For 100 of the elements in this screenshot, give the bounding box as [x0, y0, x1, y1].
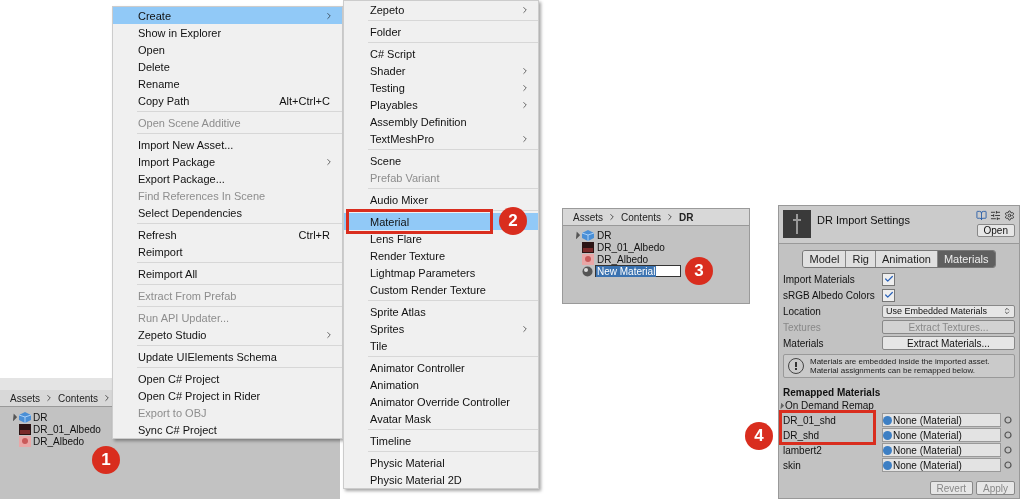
menu-item[interactable]: Sprite Atlas [344, 303, 538, 320]
field-label: Textures [783, 321, 822, 333]
menu-item[interactable]: Select Dependencies [113, 204, 342, 221]
menu-item[interactable]: Create [113, 7, 342, 24]
chevron-icon [520, 82, 530, 93]
step-badge: 2 [499, 207, 527, 235]
menu-item[interactable]: Import Package [113, 153, 342, 170]
breadcrumb-item[interactable]: Assets [573, 211, 603, 223]
menu-item[interactable]: Copy Path Alt+Ctrl+C [113, 92, 342, 109]
chevron-icon [520, 133, 530, 144]
menu-item[interactable]: Playables [344, 96, 538, 113]
texture-icon [582, 253, 594, 265]
menu-item[interactable]: Open C# Project [113, 370, 342, 387]
menu-item[interactable]: Folder [344, 23, 538, 40]
asset-name[interactable]: DR_01_Albedo [596, 241, 666, 253]
menu-item[interactable]: Reimport [113, 243, 342, 260]
help-icon[interactable] [976, 210, 987, 221]
menu-item[interactable]: Zepeto Studio [113, 326, 342, 343]
menu-item[interactable]: Open [113, 41, 342, 58]
menu-item[interactable]: Refresh Ctrl+R [113, 226, 342, 243]
menu-item[interactable]: Animation [344, 376, 538, 393]
menu-item[interactable]: Animator Override Controller [344, 393, 538, 410]
asset-name: New Material [596, 265, 657, 277]
menu-item[interactable]: Tile [344, 337, 538, 354]
tab[interactable]: Rig [846, 251, 876, 267]
menu-item[interactable]: Zepeto [344, 1, 538, 18]
info-text: Materials are embedded inside the imported asset. Material assignments can be remapped below. [810, 357, 991, 375]
step-badge: 3 [685, 257, 713, 285]
breadcrumb-item[interactable]: Contents [58, 392, 99, 404]
tab[interactable]: Materials [937, 251, 995, 267]
material-field[interactable]: None (Material) [882, 428, 1001, 442]
menu-item[interactable]: Sprites [344, 320, 538, 337]
chevron-icon [520, 99, 530, 110]
shortcut-text: Ctrl+R [298, 228, 330, 241]
chevron-icon [520, 323, 530, 334]
foldout-label[interactable]: On Demand Remap [785, 400, 874, 411]
settings-icon[interactable] [1004, 210, 1015, 221]
menu-item[interactable]: TextMeshPro [344, 130, 538, 147]
chevron-icon [520, 4, 530, 15]
rename-field[interactable]: New Material [595, 265, 681, 277]
field-label: Materials [783, 337, 825, 349]
field-label: Import Materials [783, 273, 856, 285]
asset-name[interactable]: DR_Albedo [33, 435, 85, 447]
menu-item[interactable]: Sync C# Project [113, 421, 342, 438]
menu-item[interactable]: C# Script [344, 45, 538, 62]
location-dropdown[interactable]: Use Embedded Materials [882, 304, 1015, 318]
menu-item[interactable]: Physic Material 2D [344, 471, 538, 488]
chevron-icon [324, 156, 334, 167]
extract-button[interactable]: Extract Materials... [882, 336, 1015, 350]
menu-item[interactable]: Reimport All [113, 265, 342, 282]
open-button[interactable]: Open [976, 224, 1015, 237]
inspector-title: DR Import Settings [817, 213, 911, 228]
menu-item[interactable]: Animator Controller [344, 359, 538, 376]
field-label: Location [783, 305, 822, 317]
chevron-icon [607, 212, 617, 222]
texture-icon [582, 241, 594, 253]
texture-icon [19, 435, 31, 447]
menu-item[interactable]: Shader [344, 62, 538, 79]
step-badge: 4 [745, 422, 773, 450]
material-name: DR_shd [783, 429, 821, 441]
material-field[interactable]: None (Material) [882, 458, 1001, 472]
menu-item[interactable]: Audio Mixer [344, 191, 538, 208]
menu-item[interactable]: Avatar Mask [344, 410, 538, 427]
menu-item[interactable]: Scene [344, 152, 538, 169]
breadcrumb-item[interactable]: Assets [10, 392, 40, 404]
checkbox[interactable] [882, 272, 895, 286]
sphere-icon [582, 265, 593, 277]
material-field[interactable]: None (Material) [882, 413, 1001, 427]
checkbox[interactable] [882, 288, 895, 302]
tab[interactable]: Model [803, 251, 847, 267]
menu-item[interactable]: Show in Explorer [113, 24, 342, 41]
tab[interactable]: Animation [875, 251, 938, 267]
menu-item[interactable]: Export Package... [113, 170, 342, 187]
asset-name[interactable]: DR_Albedo [596, 253, 650, 265]
asset-name[interactable]: DR [596, 229, 613, 241]
model-thumbnail [783, 210, 811, 238]
material-field[interactable]: None (Material) [882, 443, 1001, 457]
menu-item[interactable]: Render Texture [344, 247, 538, 264]
chevron-icon [324, 10, 334, 21]
chevron-icon [44, 393, 54, 403]
material-name: lambert2 [783, 444, 823, 456]
breadcrumb-item[interactable]: DR [679, 211, 694, 223]
asset-name[interactable]: DR [33, 411, 48, 423]
menu-item[interactable]: Testing [344, 79, 538, 96]
menu-item[interactable]: Delete [113, 58, 342, 75]
menu-item[interactable]: Open C# Project in Rider [113, 387, 342, 404]
menu-item[interactable]: Assembly Definition [344, 113, 538, 130]
menu-item[interactable]: Timeline [344, 432, 538, 449]
menu-item[interactable]: Lightmap Parameters [344, 264, 538, 281]
asset-name[interactable]: DR_01_Albedo [33, 423, 101, 435]
sliders-icon[interactable] [990, 210, 1001, 221]
cube-icon [19, 411, 31, 423]
breadcrumb-item[interactable]: Contents [621, 211, 662, 223]
chevron-icon [324, 329, 334, 340]
menu-item[interactable]: Update UIElements Schema [113, 348, 342, 365]
shortcut-text: Alt+Ctrl+C [279, 94, 330, 107]
menu-item[interactable]: Rename [113, 75, 342, 92]
menu-item[interactable]: Custom Render Texture [344, 281, 538, 298]
menu-item[interactable]: Physic Material [344, 454, 538, 471]
menu-item[interactable]: Import New Asset... [113, 136, 342, 153]
